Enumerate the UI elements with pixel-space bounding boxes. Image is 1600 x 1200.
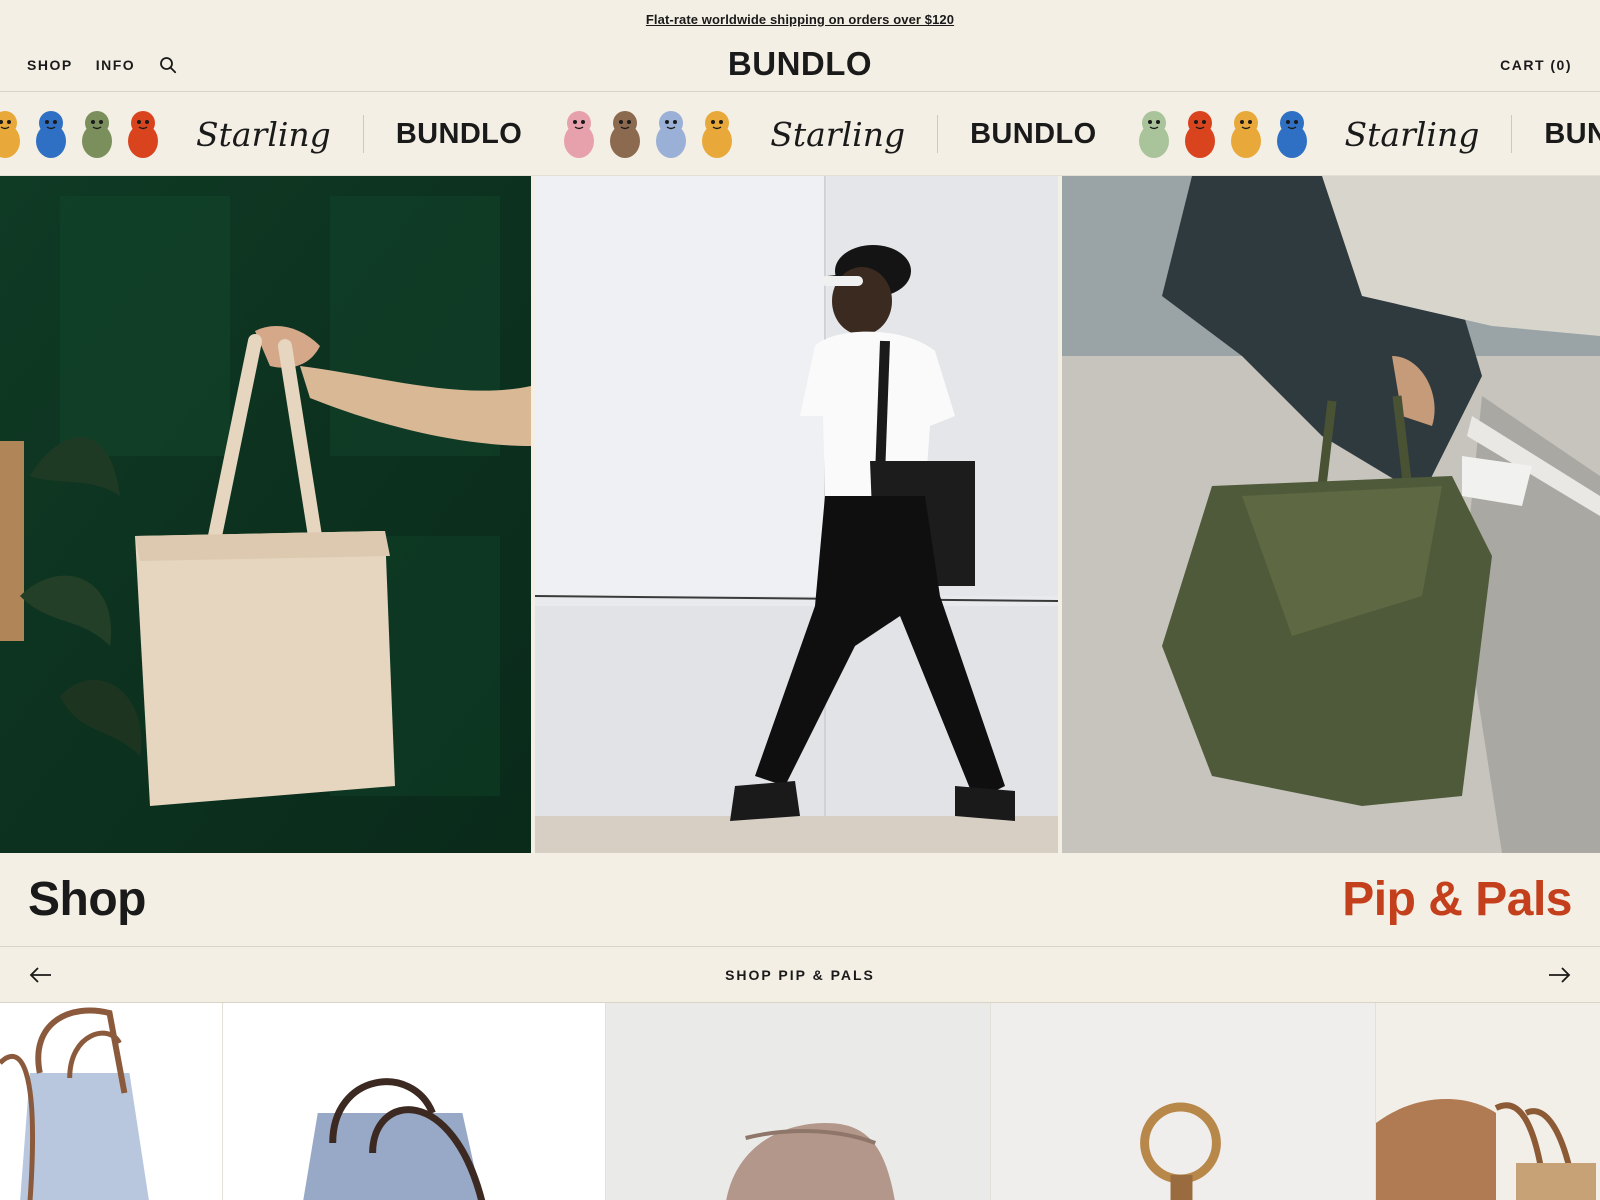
- marquee-brand-word: BUNDLO: [970, 117, 1097, 150]
- pal-character-icon: [1137, 109, 1171, 159]
- marquee-divider: [937, 115, 939, 153]
- arrow-right-icon[interactable]: [1546, 965, 1572, 985]
- collection-title[interactable]: Pip & Pals: [1342, 872, 1572, 927]
- marquee-script-word: Starling: [770, 114, 906, 154]
- pal-character-icon: [80, 109, 114, 159]
- site-header: SHOP INFO BUNDLO CART (0): [0, 38, 1600, 92]
- marquee-brand-word: BUNDLO: [395, 117, 523, 150]
- shop-title: Shop: [28, 873, 146, 926]
- marquee-script-word: Starling: [1344, 114, 1480, 154]
- marquee-group: Starling BUNDLO: [1137, 92, 1600, 175]
- pal-characters: [1137, 109, 1309, 159]
- pal-character-icon: [1229, 109, 1263, 159]
- pal-character-icon: [562, 109, 596, 159]
- pal-character-icon: [0, 109, 22, 159]
- marquee-script-word: Starling: [196, 114, 331, 154]
- marquee-brand-word: BUNDLO: [1544, 117, 1600, 150]
- carousel-nav: SHOP PIP & PALS: [0, 947, 1600, 1003]
- hero-image-olive-tote[interactable]: [1062, 176, 1600, 853]
- nav-shop-link[interactable]: SHOP: [27, 57, 73, 73]
- product-card[interactable]: [1376, 1003, 1600, 1200]
- marquee-group: Starling BUNDLO: [562, 92, 1136, 175]
- shop-heading-row: Shop Pip & Pals: [0, 853, 1600, 947]
- hero-gallery: [0, 176, 1600, 853]
- marquee-group: Starling BUNDLO: [0, 92, 562, 175]
- marquee-divider: [362, 115, 364, 153]
- pal-character-icon: [1275, 109, 1309, 159]
- brand-marquee: Starling BUNDLO Starling BUNDLO Starling BUND…: [0, 92, 1600, 176]
- product-card[interactable]: [0, 1003, 223, 1200]
- product-card[interactable]: [991, 1003, 1376, 1200]
- shop-collection-link[interactable]: SHOP PIP & PALS: [725, 967, 875, 983]
- pal-character-icon: [654, 109, 688, 159]
- search-icon[interactable]: [158, 55, 178, 75]
- pal-characters: [0, 109, 160, 159]
- pal-character-icon: [34, 109, 68, 159]
- hero-image-canvas-tote[interactable]: [0, 176, 531, 853]
- main-nav: SHOP INFO: [27, 55, 178, 75]
- pal-character-icon: [1183, 109, 1217, 159]
- marquee-divider: [1511, 115, 1513, 153]
- marquee-track: Starling BUNDLO Starling BUNDLO Starling BUND…: [0, 92, 1600, 175]
- site-logo[interactable]: BUNDLO: [728, 44, 872, 82]
- pal-character-icon: [126, 109, 160, 159]
- pal-character-icon: [700, 109, 734, 159]
- pal-characters: [562, 109, 734, 159]
- pal-character-icon: [608, 109, 642, 159]
- cart-link[interactable]: CART (0): [1500, 57, 1572, 73]
- arrow-left-icon[interactable]: [28, 965, 54, 985]
- product-card[interactable]: [223, 1003, 606, 1200]
- product-carousel: [0, 1003, 1600, 1200]
- hero-image-black-tote[interactable]: [535, 176, 1058, 853]
- product-card[interactable]: [606, 1003, 991, 1200]
- announcement-bar: Flat-rate worldwide shipping on orders o…: [0, 0, 1600, 38]
- announcement-link[interactable]: Flat-rate worldwide shipping on orders o…: [646, 12, 954, 27]
- nav-info-link[interactable]: INFO: [96, 57, 135, 73]
